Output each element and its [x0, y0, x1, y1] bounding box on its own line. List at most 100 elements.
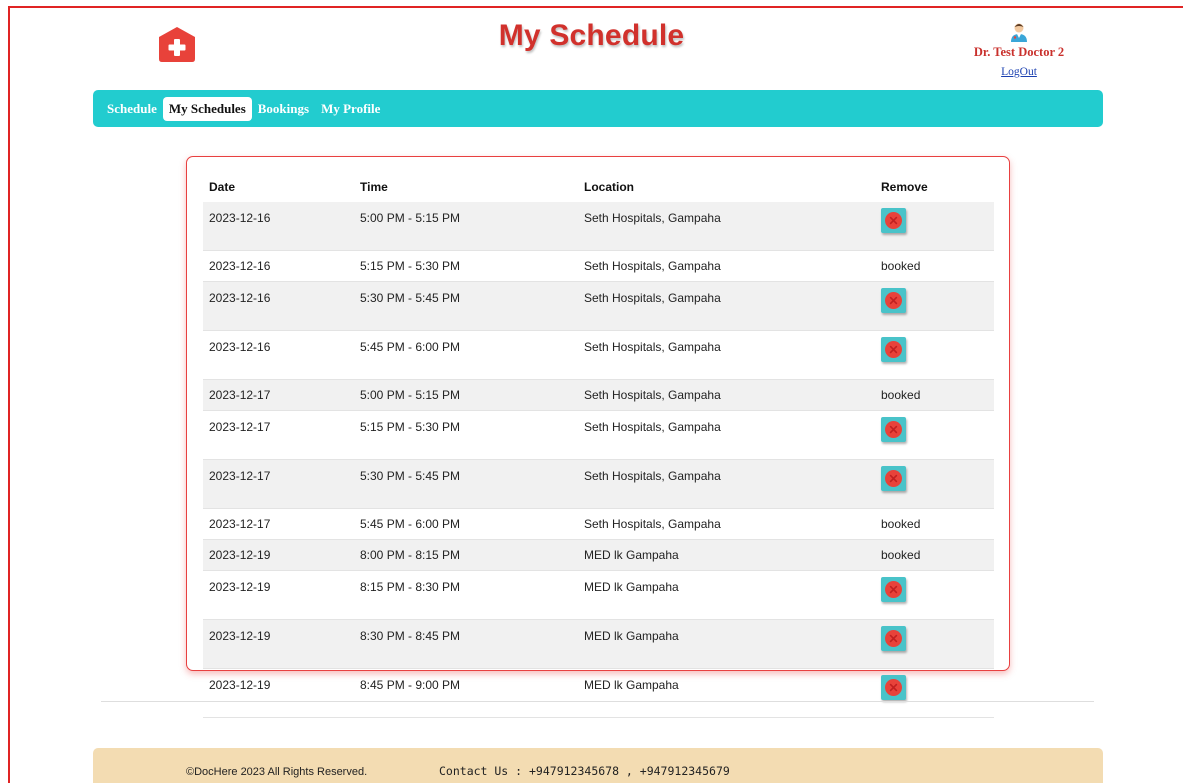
remove-x-circle-icon [885, 212, 902, 229]
cell-date: 2023-12-16 [203, 250, 354, 282]
table-row: 2023-12-17 5:15 PM - 5:30 PM Seth Hospital… [203, 410, 994, 460]
table-row: 2023-12-19 8:45 PM - 9:00 PM MED lk Gampah… [203, 668, 994, 718]
cell-remove [875, 281, 994, 331]
nav-item-my-schedules[interactable]: My Schedules [163, 97, 251, 120]
footer-divider [101, 701, 1094, 702]
remove-button[interactable] [881, 626, 906, 651]
cell-remove: booked [875, 539, 994, 571]
table-row: 2023-12-17 5:45 PM - 6:00 PM Seth Hospital… [203, 508, 994, 540]
header-time: Time [360, 179, 388, 194]
cell-date: 2023-12-19 [203, 668, 354, 718]
table-row: 2023-12-16 5:30 PM - 5:45 PM Seth Hospital… [203, 281, 994, 331]
doctor-avatar-icon [1009, 22, 1029, 42]
cell-time: 5:00 PM - 5:15 PM [354, 202, 578, 251]
table-row: 2023-12-17 5:30 PM - 5:45 PM Seth Hospital… [203, 459, 994, 509]
cell-date: 2023-12-17 [203, 508, 354, 540]
remove-x-circle-icon [885, 341, 902, 358]
cell-date: 2023-12-16 [203, 202, 354, 251]
cell-remove [875, 330, 994, 380]
remove-button[interactable] [881, 288, 906, 313]
remove-x-circle-icon [885, 581, 902, 598]
cell-time: 8:30 PM - 8:45 PM [354, 619, 578, 669]
booked-status: booked [881, 517, 921, 531]
cell-remove: booked [875, 379, 994, 411]
booked-status: booked [881, 259, 921, 273]
footer: ©DocHere 2023 All Rights Reserved. Conta… [93, 748, 1103, 783]
cell-location: Seth Hospitals, Gampaha [578, 508, 875, 540]
cell-location: MED lk Gampaha [578, 668, 875, 718]
table-row: 2023-12-16 5:15 PM - 5:30 PM Seth Hospital… [203, 250, 994, 282]
table-row: 2023-12-17 5:00 PM - 5:15 PM Seth Hospital… [203, 379, 994, 411]
header-remove: Remove [881, 179, 928, 194]
cell-location: MED lk Gampaha [578, 539, 875, 571]
cell-location: MED lk Gampaha [578, 570, 875, 620]
schedule-card: Date Time Location Remove 2023-12-16 5:00… [186, 156, 1010, 718]
cell-remove [875, 459, 994, 509]
cell-time: 5:45 PM - 6:00 PM [354, 508, 578, 540]
remove-button[interactable] [881, 577, 906, 602]
cell-time: 8:15 PM - 8:30 PM [354, 570, 578, 620]
cell-location: Seth Hospitals, Gampaha [578, 410, 875, 460]
cell-time: 8:45 PM - 9:00 PM [354, 668, 578, 718]
user-name: Dr. Test Doctor 2 [973, 45, 1065, 59]
table-header-row: Date Time Location Remove [203, 171, 994, 202]
nav-item-my-profile[interactable]: My Profile [316, 98, 385, 120]
table-row: 2023-12-19 8:30 PM - 8:45 PM MED lk Gampah… [203, 619, 994, 669]
remove-button[interactable] [881, 466, 906, 491]
cell-location: Seth Hospitals, Gampaha [578, 281, 875, 331]
footer-copyright: ©DocHere 2023 All Rights Reserved. [186, 766, 368, 778]
cell-remove [875, 202, 994, 251]
remove-button[interactable] [881, 337, 906, 362]
nav-bar: Schedule My Schedules Bookings My Profil… [93, 90, 1103, 127]
remove-x-circle-icon [885, 679, 902, 696]
cell-date: 2023-12-16 [203, 330, 354, 380]
nav-item-bookings[interactable]: Bookings [253, 98, 314, 120]
table-row: 2023-12-19 8:00 PM - 8:15 PM MED lk Gampah… [203, 539, 994, 571]
cell-location: Seth Hospitals, Gampaha [578, 379, 875, 411]
cell-time: 5:15 PM - 5:30 PM [354, 410, 578, 460]
remove-button[interactable] [881, 417, 906, 442]
schedule-table-body: 2023-12-16 5:00 PM - 5:15 PM Seth Hospital… [203, 202, 994, 718]
cell-location: Seth Hospitals, Gampaha [578, 202, 875, 251]
nav-item-schedule[interactable]: Schedule [105, 98, 162, 120]
cell-date: 2023-12-16 [203, 281, 354, 331]
cell-remove [875, 668, 994, 718]
remove-x-circle-icon [885, 292, 902, 309]
table-row: 2023-12-16 5:45 PM - 6:00 PM Seth Hospital… [203, 330, 994, 380]
cell-date: 2023-12-19 [203, 570, 354, 620]
table-row: 2023-12-19 8:15 PM - 8:30 PM MED lk Gampah… [203, 570, 994, 620]
remove-x-circle-icon [885, 421, 902, 438]
cell-date: 2023-12-19 [203, 539, 354, 571]
cell-remove: booked [875, 250, 994, 282]
schedule-table: Date Time Location Remove 2023-12-16 5:00… [203, 171, 994, 718]
remove-x-circle-icon [885, 470, 902, 487]
table-row: 2023-12-16 5:00 PM - 5:15 PM Seth Hospital… [203, 202, 994, 251]
cell-remove [875, 570, 994, 620]
user-box: Dr. Test Doctor 2 LogOut [962, 22, 1076, 79]
header-location: Location [584, 179, 634, 194]
cell-date: 2023-12-19 [203, 619, 354, 669]
cell-remove: booked [875, 508, 994, 540]
logout-link[interactable]: LogOut [1001, 66, 1037, 78]
footer-contact: Contact Us : +947912345678 , +9479123456… [439, 764, 730, 778]
cell-time: 5:00 PM - 5:15 PM [354, 379, 578, 411]
cell-time: 8:00 PM - 8:15 PM [354, 539, 578, 571]
cell-location: Seth Hospitals, Gampaha [578, 250, 875, 282]
booked-status: booked [881, 388, 921, 402]
cell-date: 2023-12-17 [203, 379, 354, 411]
cell-time: 5:30 PM - 5:45 PM [354, 281, 578, 331]
cell-date: 2023-12-17 [203, 459, 354, 509]
cell-location: MED lk Gampaha [578, 619, 875, 669]
remove-x-circle-icon [885, 630, 902, 647]
cell-time: 5:30 PM - 5:45 PM [354, 459, 578, 509]
cell-time: 5:45 PM - 6:00 PM [354, 330, 578, 380]
cell-time: 5:15 PM - 5:30 PM [354, 250, 578, 282]
header-date: Date [209, 179, 236, 194]
remove-button[interactable] [881, 675, 906, 700]
cell-remove [875, 410, 994, 460]
booked-status: booked [881, 548, 921, 562]
cell-remove [875, 619, 994, 669]
cell-location: Seth Hospitals, Gampaha [578, 330, 875, 380]
remove-button[interactable] [881, 208, 906, 233]
cell-date: 2023-12-17 [203, 410, 354, 460]
